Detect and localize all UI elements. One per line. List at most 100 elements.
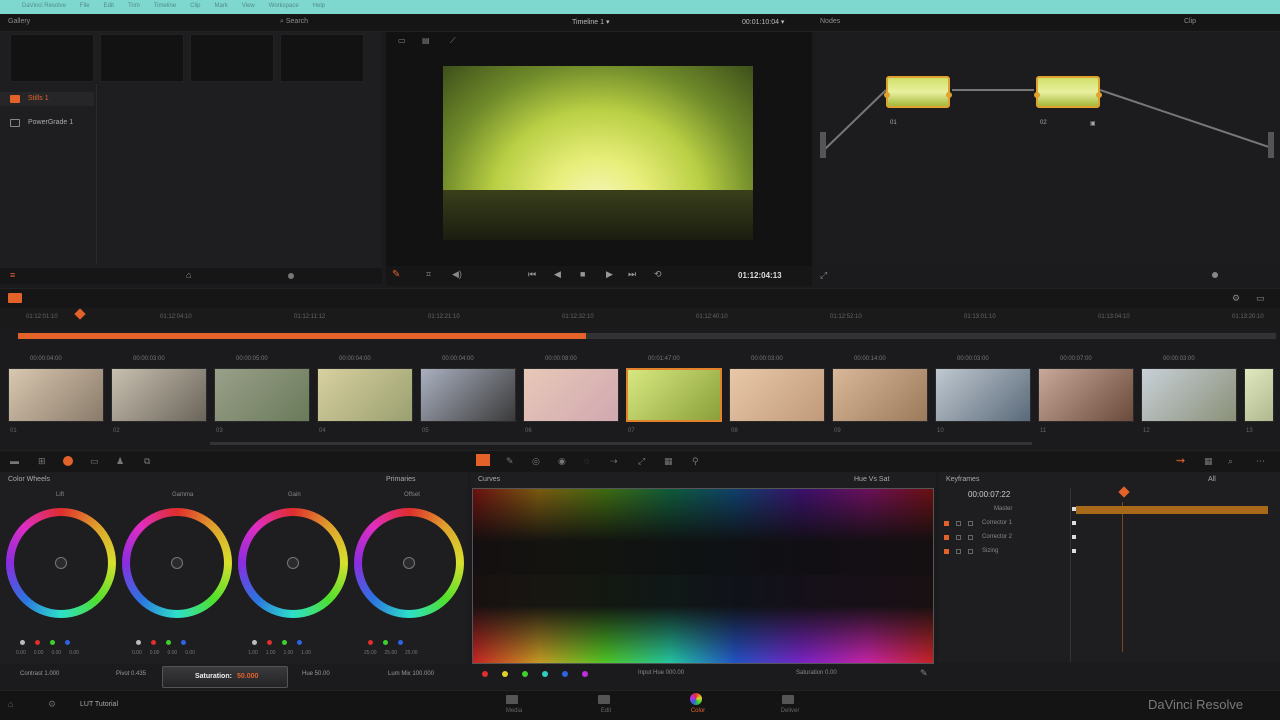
lum-mix-field[interactable]: Lum Mix 100.000: [388, 671, 434, 677]
wheel-puck[interactable]: [171, 557, 183, 569]
audio-icon[interactable]: ◀): [452, 269, 462, 280]
clip-thumbnail[interactable]: [729, 368, 825, 422]
track-lock-icon[interactable]: [956, 521, 961, 526]
cyan-swatch[interactable]: [542, 671, 548, 677]
wheel-value[interactable]: 0.00: [16, 650, 26, 656]
wheel-value[interactable]: 1.00: [301, 650, 311, 656]
window-icon[interactable]: ◎: [532, 456, 542, 466]
more-icon[interactable]: ⋯: [1256, 456, 1266, 466]
hue-field[interactable]: Hue 50.00: [302, 671, 330, 677]
track-key-icon[interactable]: [968, 521, 973, 526]
keyframes-filter[interactable]: All: [1208, 476, 1216, 483]
yellow-swatch[interactable]: [502, 671, 508, 677]
reverse-play-icon[interactable]: ◀: [554, 269, 561, 280]
track-key-icon[interactable]: [968, 549, 973, 554]
camera-raw-icon[interactable]: ▬: [10, 456, 20, 466]
timeline-selector[interactable]: Timeline 1 ▾: [572, 18, 610, 26]
wheel-value[interactable]: 1.00: [266, 650, 276, 656]
keyframe-tab-icon[interactable]: ⇝: [1176, 454, 1185, 467]
node-02[interactable]: [1034, 76, 1102, 108]
wheels-mode[interactable]: Primaries: [386, 476, 416, 483]
color-wheels-tab-icon[interactable]: [63, 456, 73, 466]
clip-thumbnail[interactable]: [8, 368, 104, 422]
color-wheel-lift[interactable]: [6, 508, 116, 618]
clip-thumbnail[interactable]: [626, 368, 722, 422]
clip-thumbnail[interactable]: [523, 368, 619, 422]
project-manager-icon[interactable]: ⌂: [8, 699, 13, 709]
gallery-still-3[interactable]: [190, 34, 274, 82]
clip-thumbnail[interactable]: [1141, 368, 1237, 422]
timeline-track[interactable]: [18, 333, 1276, 339]
eyedropper-icon[interactable]: ✎: [920, 668, 928, 679]
color-wheel-offset[interactable]: [354, 508, 464, 618]
settings-icon[interactable]: ⚙: [48, 699, 56, 710]
blue-swatch[interactable]: [562, 671, 568, 677]
menubar-item[interactable]: Trim: [128, 3, 140, 9]
search-field[interactable]: ⌕ Search: [280, 18, 308, 26]
red-swatch[interactable]: [482, 671, 488, 677]
menubar-item[interactable]: View: [242, 3, 255, 9]
loop-icon[interactable]: ⟲: [654, 269, 662, 280]
page-tab-color[interactable]: Color: [678, 691, 718, 719]
key-icon[interactable]: ⇢: [610, 456, 620, 466]
wheel-puck[interactable]: [403, 557, 415, 569]
timeline-menu-icon[interactable]: [8, 293, 22, 303]
input-hue-field[interactable]: Input Hue 000.00: [638, 670, 684, 676]
menubar-item[interactable]: Clip: [190, 3, 200, 9]
clip-thumbnail[interactable]: [1038, 368, 1134, 422]
gallery-still-1[interactable]: [10, 34, 94, 82]
timeline-options-icon[interactable]: ▭: [1256, 293, 1265, 304]
raw-icon[interactable]: ⧉: [144, 456, 154, 466]
track-lock-icon[interactable]: [956, 549, 961, 554]
clip-thumbnail[interactable]: [1244, 368, 1274, 422]
menubar-item[interactable]: Edit: [104, 3, 114, 9]
curves-saturation-field[interactable]: Saturation 0.00: [796, 670, 837, 676]
track-enable-icon[interactable]: [944, 521, 949, 526]
color-match-icon[interactable]: ⊞: [38, 456, 48, 466]
clip-scrollbar[interactable]: [210, 442, 1032, 445]
curves-mode[interactable]: Hue Vs Sat: [854, 476, 889, 483]
wheel-value[interactable]: 1.00: [248, 650, 258, 656]
skip-back-icon[interactable]: ⏮: [528, 269, 536, 280]
rgb-mixer-icon[interactable]: ▭: [90, 456, 100, 466]
wheel-value[interactable]: 0.00: [185, 650, 195, 656]
wheel-value[interactable]: 0.00: [167, 650, 177, 656]
curves-tab-icon[interactable]: [476, 454, 490, 466]
wheel-value[interactable]: 25.00: [385, 650, 398, 656]
magenta-swatch[interactable]: [582, 671, 588, 677]
blur-icon[interactable]: ◌: [584, 456, 594, 466]
clip-thumbnail[interactable]: [214, 368, 310, 422]
play-icon[interactable]: ▶: [606, 269, 613, 280]
keyframe-dot[interactable]: [1072, 521, 1076, 525]
timeline-settings-icon[interactable]: ⚙: [1232, 293, 1240, 304]
keyframe-dot[interactable]: [1072, 549, 1076, 553]
gallery-still-2[interactable]: [100, 34, 184, 82]
node-output[interactable]: [1268, 132, 1274, 158]
clip-thumbnail[interactable]: [420, 368, 516, 422]
clip-thumbnail[interactable]: [111, 368, 207, 422]
grab-still-icon[interactable]: ⌂: [186, 270, 191, 280]
keyframe-dot[interactable]: [1072, 535, 1076, 539]
track-enable-icon[interactable]: [944, 535, 949, 540]
node-tool-icon[interactable]: ⤢: [820, 270, 827, 281]
menubar-item[interactable]: File: [80, 3, 90, 9]
wheel-value[interactable]: 0.00: [150, 650, 160, 656]
menubar-item[interactable]: Workspace: [269, 3, 299, 9]
clip-mode-label[interactable]: Clip: [1184, 18, 1196, 25]
wheel-value[interactable]: 0.00: [132, 650, 142, 656]
menubar-item[interactable]: DaVinci Resolve: [22, 3, 66, 9]
info-icon[interactable]: ⌕: [1228, 456, 1238, 466]
gallery-still-4[interactable]: [280, 34, 364, 82]
qualifier-icon[interactable]: ✎: [506, 456, 516, 466]
highlight-icon[interactable]: ⟋: [450, 36, 456, 46]
gallery-item-powergrade[interactable]: PowerGrade 1: [0, 116, 94, 130]
menubar-item[interactable]: Timeline: [154, 3, 176, 9]
wheel-value[interactable]: 25.00: [364, 650, 377, 656]
viewer-mode-icon[interactable]: ▭: [398, 36, 406, 45]
light-icon[interactable]: ⚲: [692, 456, 702, 466]
wheel-value[interactable]: 0.00: [51, 650, 61, 656]
wheel-puck[interactable]: [287, 557, 299, 569]
stop-icon[interactable]: ■: [580, 269, 585, 279]
3d-icon[interactable]: ▦: [664, 456, 674, 466]
node-input[interactable]: [820, 132, 826, 158]
